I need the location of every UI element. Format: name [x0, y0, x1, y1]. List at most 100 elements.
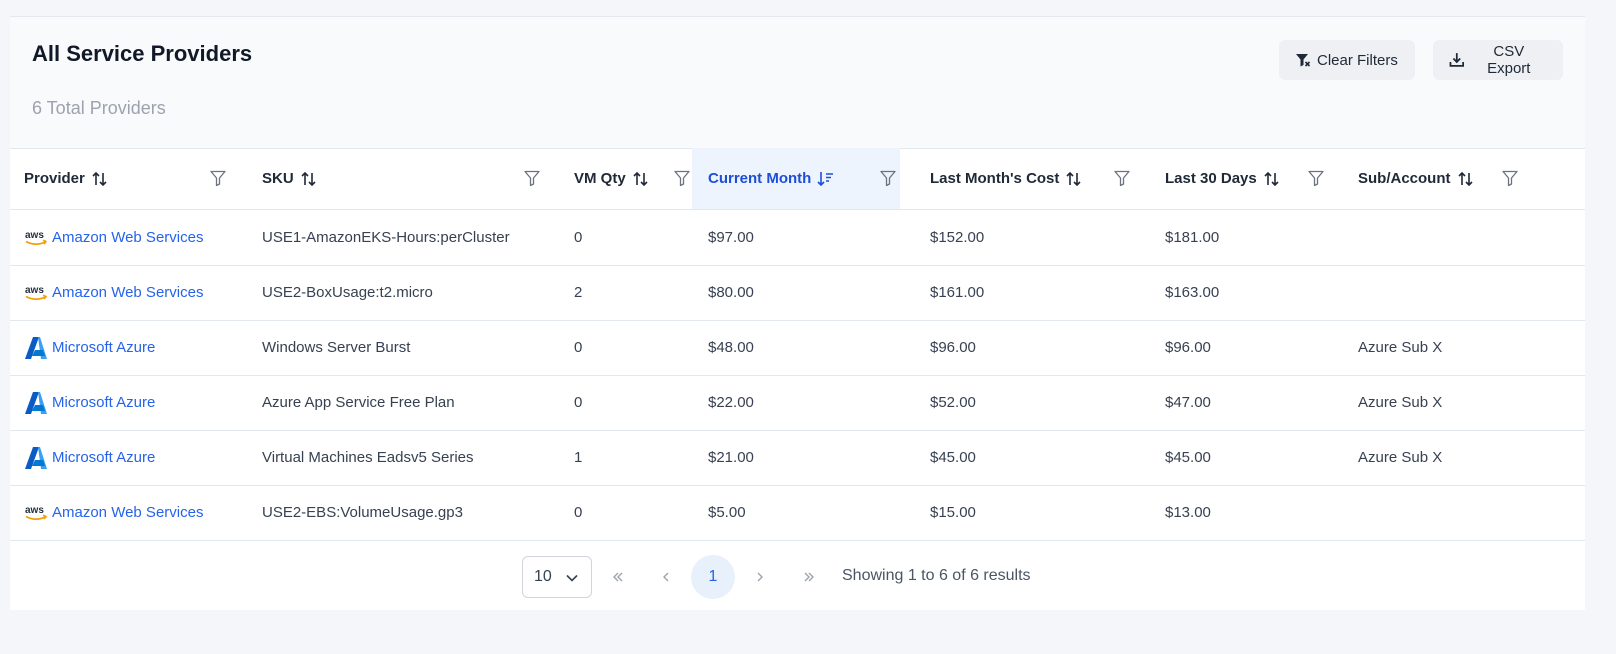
column-header-label: VM Qty [574, 170, 626, 187]
column-header-sub-account[interactable]: Sub/Account [1358, 148, 1585, 209]
cell-value: 0 [574, 504, 583, 521]
cell-vm-qty: 0 [574, 375, 708, 430]
cell-value: $161.00 [930, 284, 985, 301]
page-size-select[interactable]: 10 [522, 556, 592, 598]
cell-sub-account [1358, 265, 1585, 320]
cell-vm-qty: 2 [574, 265, 708, 320]
column-header-label: SKU [262, 170, 294, 187]
cell-sub-account [1358, 210, 1585, 265]
aws-logo-icon: aws [25, 285, 48, 300]
cell-last-months-cost: $152.00 [930, 210, 1164, 265]
pagination: 10 1 Showing 1 to 6 of 6 results [10, 545, 1585, 610]
provider-link[interactable]: Amazon Web Services [52, 504, 203, 521]
cell-provider[interactable]: Microsoft Azure [24, 320, 252, 375]
filter-icon[interactable] [1307, 169, 1325, 187]
filter-icon[interactable] [523, 169, 541, 187]
cell-value: 0 [574, 339, 583, 356]
svg-text:aws: aws [25, 505, 44, 516]
cell-vm-qty: 1 [574, 430, 708, 485]
page-number-button[interactable]: 1 [691, 555, 735, 599]
cell-current-month: $21.00 [708, 430, 916, 485]
provider-link[interactable]: Amazon Web Services [52, 284, 203, 301]
column-header-label: Sub/Account [1358, 170, 1451, 187]
filter-icon[interactable] [1113, 169, 1131, 187]
cell-provider[interactable]: aws Amazon Web Services [24, 265, 252, 320]
next-page-button[interactable] [744, 561, 776, 593]
cell-value: Azure Sub X [1358, 449, 1443, 466]
cell-current-month: $22.00 [708, 375, 916, 430]
cell-last-months-cost: $15.00 [930, 485, 1164, 540]
cell-value: $45.00 [1165, 449, 1211, 466]
providers-card: All Service Providers 6 Total Providers … [10, 17, 1585, 610]
cell-current-month: $80.00 [708, 265, 916, 320]
aws-logo-icon: aws [25, 505, 48, 520]
cell-provider[interactable]: aws Amazon Web Services [24, 485, 252, 540]
cell-last-30-days: $13.00 [1165, 485, 1358, 540]
total-providers-count: 6 Total Providers [32, 98, 166, 118]
sort-icon[interactable] [1065, 170, 1083, 188]
cell-value: 0 [574, 229, 583, 246]
clear-filters-label: Clear Filters [1317, 51, 1398, 69]
cell-value: 2 [574, 284, 583, 301]
sort-descending-icon[interactable] [817, 170, 835, 188]
cell-value: Azure App Service Free Plan [262, 394, 455, 411]
card-header: All Service Providers 6 Total Providers … [10, 17, 1585, 149]
chevron-right-icon [757, 572, 763, 582]
column-header-label: Last 30 Days [1165, 170, 1257, 187]
previous-page-button[interactable] [650, 561, 682, 593]
column-header-sku[interactable]: SKU [262, 148, 562, 209]
double-chevron-right-icon [804, 572, 814, 582]
cell-sub-account [1358, 485, 1585, 540]
download-icon [1449, 53, 1465, 67]
cell-last-30-days: $181.00 [1165, 210, 1358, 265]
table-row: aws Amazon Web Services USE2-EBS:VolumeUsa… [10, 485, 1585, 541]
cell-sku: USE2-BoxUsage:t2.micro [262, 265, 562, 320]
csv-export-label: CSV Export [1487, 43, 1531, 77]
cell-provider[interactable]: aws Amazon Web Services [24, 210, 252, 265]
chevron-left-icon [663, 572, 669, 582]
sort-icon[interactable] [632, 170, 650, 188]
column-header-last-30-days[interactable]: Last 30 Days [1165, 148, 1358, 209]
first-page-button[interactable] [602, 561, 634, 593]
cell-value: $13.00 [1165, 504, 1211, 521]
cell-value: $152.00 [930, 229, 985, 246]
cell-value: $45.00 [930, 449, 976, 466]
provider-link[interactable]: Microsoft Azure [52, 339, 155, 356]
results-summary: Showing 1 to 6 of 6 results [842, 567, 1031, 584]
last-page-button[interactable] [793, 561, 825, 593]
provider-link[interactable]: Microsoft Azure [52, 449, 155, 466]
cell-value: USE1-AmazonEKS-Hours:perCluster [262, 229, 510, 246]
sort-icon[interactable] [91, 170, 109, 188]
clear-filters-button[interactable]: Clear Filters [1279, 40, 1415, 80]
svg-text:aws: aws [25, 285, 44, 296]
column-header-label: Current Month [708, 170, 812, 187]
filter-icon[interactable] [209, 169, 227, 187]
sort-icon[interactable] [1457, 170, 1475, 188]
sort-icon[interactable] [1263, 170, 1281, 188]
cell-value: Azure Sub X [1358, 394, 1443, 411]
cell-sku: Windows Server Burst [262, 320, 562, 375]
cell-last-months-cost: $96.00 [930, 320, 1164, 375]
cell-provider[interactable]: Microsoft Azure [24, 375, 252, 430]
filter-icon[interactable] [673, 169, 691, 187]
provider-link[interactable]: Amazon Web Services [52, 229, 203, 246]
filter-icon[interactable] [1501, 169, 1519, 187]
csv-export-button[interactable]: CSV Export [1433, 40, 1563, 80]
table-row: Microsoft Azure Virtual Machines Eadsv5 S… [10, 430, 1585, 486]
chevron-down-icon [566, 574, 578, 582]
cell-value: Windows Server Burst [262, 339, 411, 356]
cell-last-30-days: $163.00 [1165, 265, 1358, 320]
cell-current-month: $48.00 [708, 320, 916, 375]
cell-value: $181.00 [1165, 229, 1220, 246]
sort-icon[interactable] [300, 170, 318, 188]
cell-sku: Virtual Machines Eadsv5 Series [262, 430, 562, 485]
cell-vm-qty: 0 [574, 210, 708, 265]
cell-sub-account: Azure Sub X [1358, 430, 1585, 485]
cell-last-30-days: $96.00 [1165, 320, 1358, 375]
svg-text:aws: aws [25, 230, 44, 241]
clear-filter-icon [1296, 54, 1311, 67]
cell-provider[interactable]: Microsoft Azure [24, 430, 252, 485]
column-header-current-month[interactable]: Current Month [692, 148, 900, 209]
filter-icon[interactable] [879, 169, 897, 187]
provider-link[interactable]: Microsoft Azure [52, 394, 155, 411]
